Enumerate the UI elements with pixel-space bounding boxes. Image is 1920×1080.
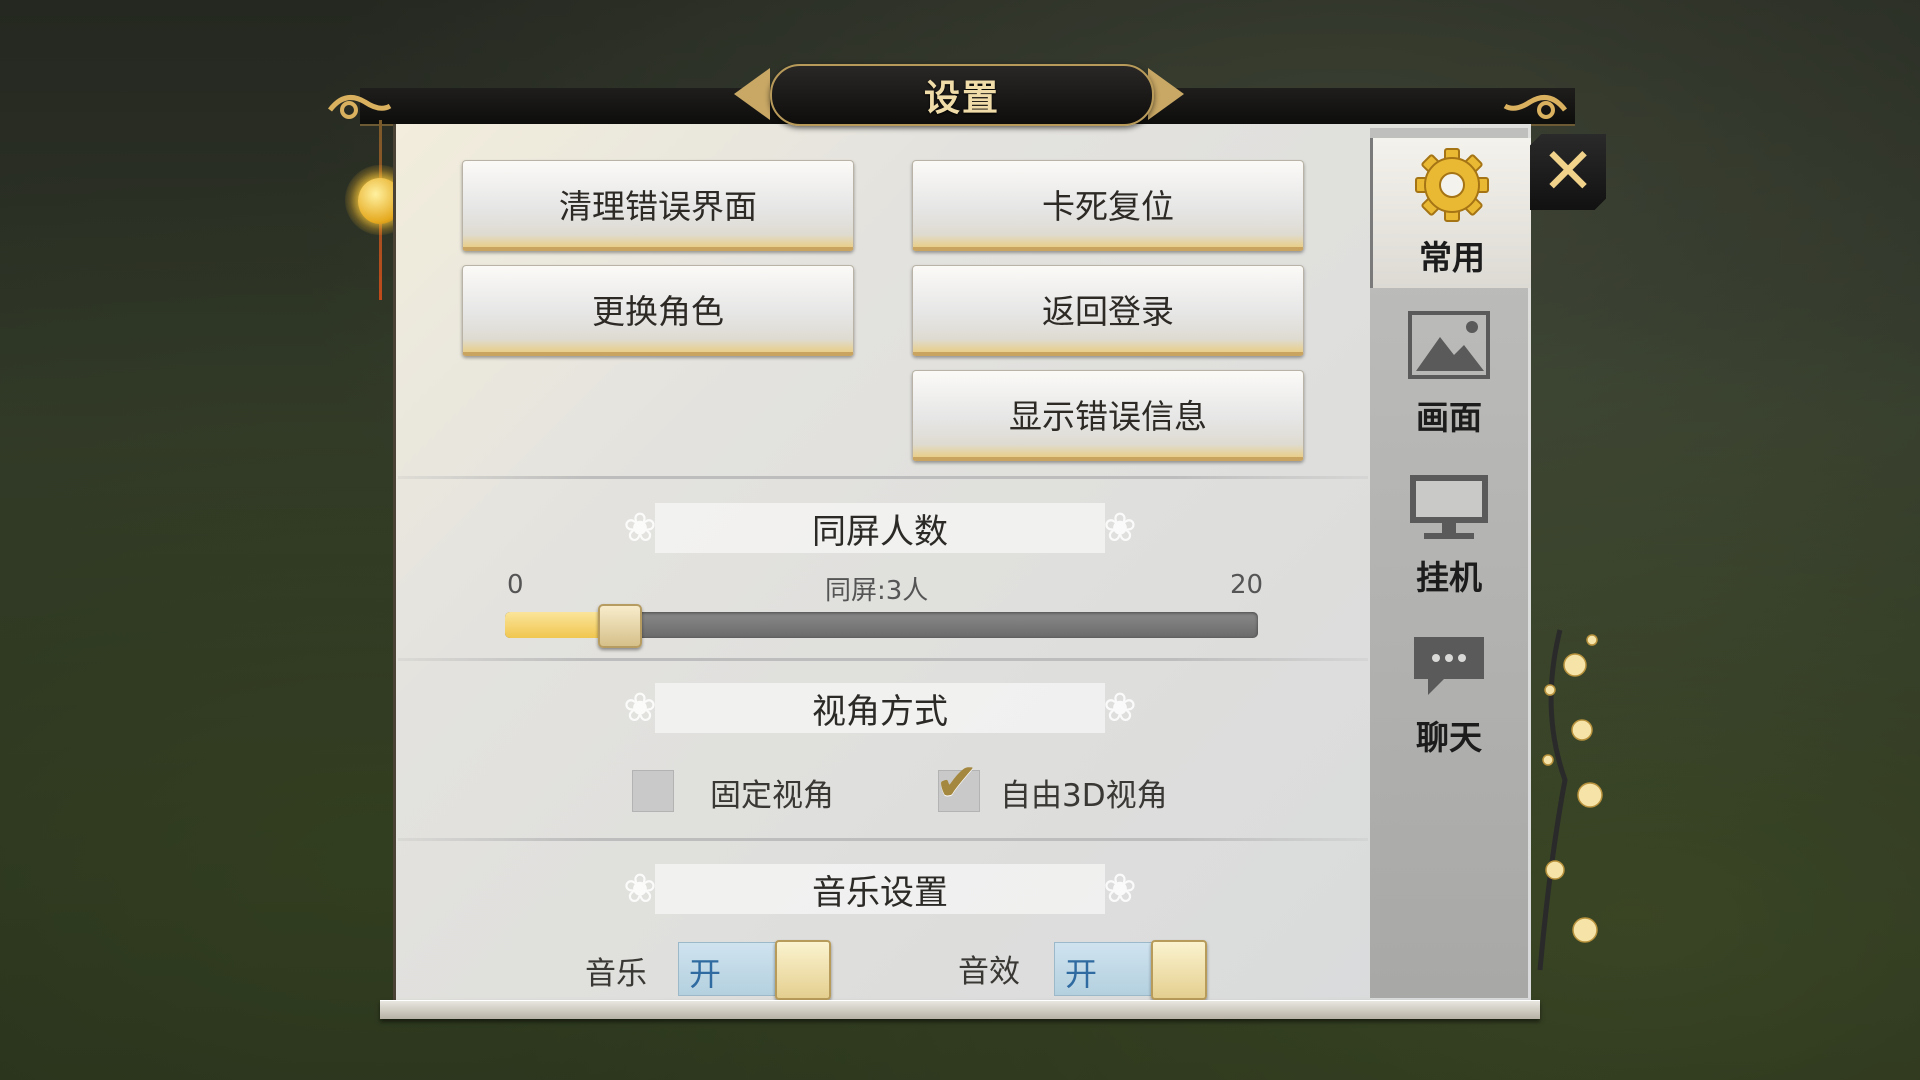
divider [398,476,1368,479]
sfx-state: 开 [1065,955,1098,993]
tab-label: 挂机 [1416,558,1482,597]
toggle-knob[interactable] [1151,940,1207,1000]
clear-error-ui-button[interactable]: 清理错误界面 [462,160,854,251]
camera-section-header: ❀ ❀ 视角方式 [615,675,1145,741]
tab-label: 常用 [1419,238,1485,277]
slider-handle[interactable] [597,604,642,648]
tab-chat[interactable]: 聊天 [1370,618,1528,768]
cloud-ornament-icon: ❀ [623,505,657,551]
free-3d-view-checkbox[interactable]: ✔ [935,757,980,812]
monitor-icon [1410,475,1488,539]
switch-character-button[interactable]: 更换角色 [462,265,854,356]
tab-auto-play[interactable]: 挂机 [1370,458,1528,608]
title-left-arrow-icon [734,68,770,120]
slider-min-label: 0 [507,570,524,600]
players-slider[interactable] [505,604,1258,648]
cloud-ornament-icon: ❀ [1103,866,1137,912]
side-tab-bar: 常用 画面 挂机 聊天 [1370,128,1531,998]
tab-label: 聊天 [1416,718,1482,757]
slider-max-label: 20 [1230,570,1264,600]
toggle-knob[interactable] [775,940,831,1000]
fixed-view-checkbox[interactable] [632,770,674,812]
section-title: 同屏人数 [812,511,948,552]
picture-icon [1408,311,1490,379]
ornament-curl-icon [1500,88,1570,128]
plum-blossom-icon [1537,629,1603,971]
title-plate: 设置 [770,64,1154,126]
fixed-view-label: 固定视角 [710,778,834,814]
close-button[interactable]: ✕ [1530,134,1606,210]
music-state: 开 [689,955,722,993]
window-title: 设置 [923,78,1000,119]
divider [398,658,1368,661]
section-title: 视角方式 [812,691,948,732]
music-toggle[interactable]: 开 [678,940,831,1000]
music-label: 音乐 [585,956,647,992]
stuck-reset-button[interactable]: 卡死复位 [912,160,1304,251]
panel-bottom-scroll [380,1000,1540,1019]
sfx-toggle[interactable]: 开 [1054,940,1207,1000]
tab-common[interactable]: 常用 [1370,138,1531,288]
slider-value-label: 同屏:3人 [825,576,929,606]
chat-bubble-icon [1414,637,1484,695]
sfx-label: 音效 [958,954,1020,990]
tab-display[interactable]: 画面 [1370,298,1528,448]
cloud-ornament-icon: ❀ [1103,505,1137,551]
close-icon: ✕ [1541,135,1595,209]
checkmark-icon: ✔ [935,753,979,813]
cloud-ornament-icon: ❀ [623,866,657,912]
return-login-button[interactable]: 返回登录 [912,265,1304,356]
audio-section-header: ❀ ❀ 音乐设置 [615,856,1145,922]
players-section-header: ❀ ❀ 同屏人数 [615,495,1145,561]
divider [398,838,1368,841]
show-error-info-button[interactable]: 显示错误信息 [912,370,1304,461]
free-3d-view-label: 自由3D视角 [1000,778,1168,814]
tab-label: 画面 [1416,398,1482,437]
cloud-ornament-icon: ❀ [1103,685,1137,731]
cloud-ornament-icon: ❀ [623,685,657,731]
gear-icon [1415,148,1489,222]
section-title: 音乐设置 [812,872,948,913]
